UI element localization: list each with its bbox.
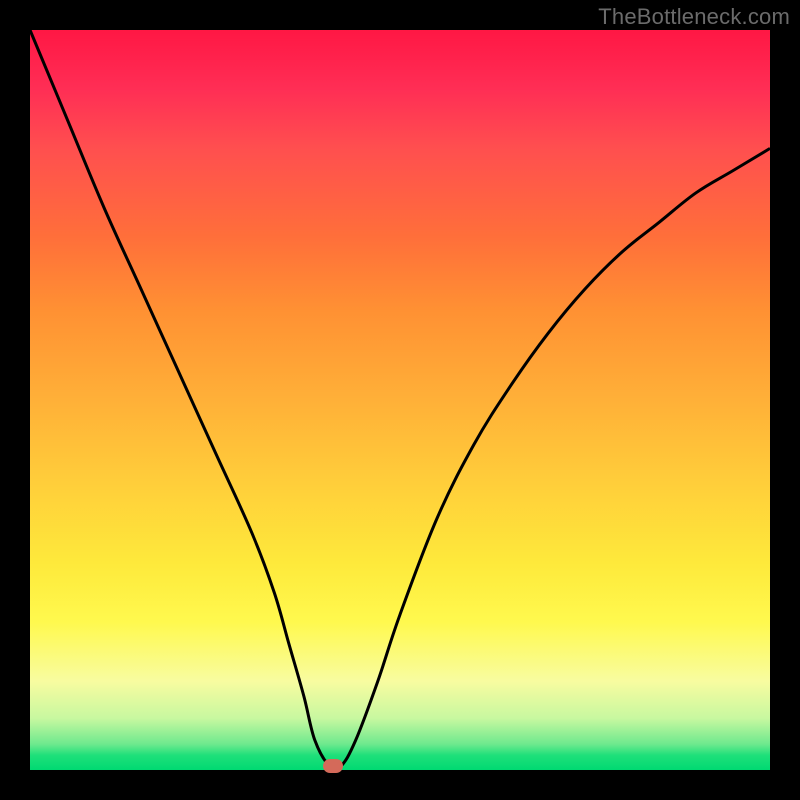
min-marker — [323, 759, 343, 773]
chart-frame: TheBottleneck.com — [0, 0, 800, 800]
plot-area — [30, 30, 770, 770]
bottleneck-curve-path — [30, 30, 770, 770]
curve-svg — [30, 30, 770, 770]
watermark-text: TheBottleneck.com — [598, 4, 790, 30]
